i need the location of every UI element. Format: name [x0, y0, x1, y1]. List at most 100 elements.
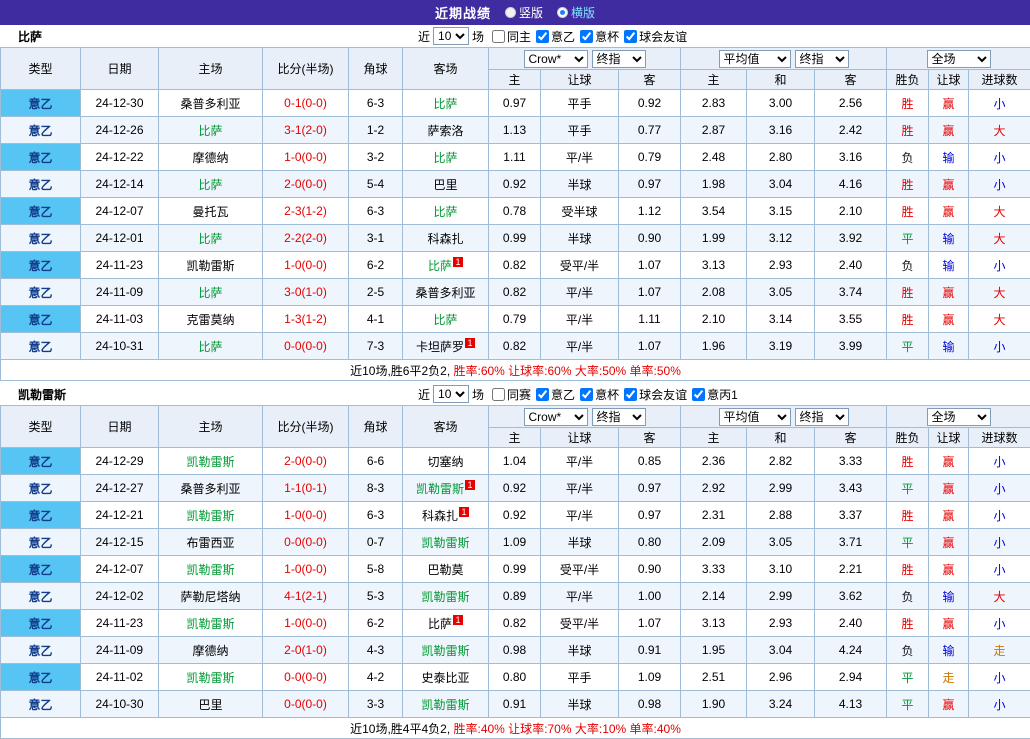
home-team-name[interactable]: 比萨 [198, 124, 222, 138]
home-team-name[interactable]: 克雷莫纳 [186, 313, 234, 327]
away-team-cell: 巴里 [403, 171, 489, 198]
away-team-name[interactable]: 凯勒雷斯 [421, 698, 469, 712]
home-team-name[interactable]: 凯勒雷斯 [186, 509, 234, 523]
avg-source-select[interactable]: 平均值 [719, 50, 791, 68]
avg-home-cell: 3.13 [681, 610, 747, 637]
away-team-name[interactable]: 凯勒雷斯 [421, 644, 469, 658]
away-team-cell: 萨索洛 [403, 117, 489, 144]
corner-cell: 4-1 [349, 306, 403, 333]
filter-checkbox-input[interactable] [624, 388, 637, 401]
home-team-name[interactable]: 摩德纳 [192, 644, 228, 658]
home-team-name[interactable]: 凯勒雷斯 [186, 671, 234, 685]
col-avg-away: 客 [815, 70, 887, 90]
away-team-name[interactable]: 比萨 [428, 259, 452, 273]
odds-home-cell: 1.09 [489, 529, 541, 556]
filter-checkbox[interactable]: 同主 [492, 28, 531, 45]
filter-checkbox[interactable]: 球会友谊 [624, 386, 687, 403]
home-team-name[interactable]: 凯勒雷斯 [186, 617, 234, 631]
home-team-name[interactable]: 比萨 [198, 178, 222, 192]
layout-option-horizontal[interactable]: 横版 [557, 4, 595, 21]
odds-time-select[interactable]: 终指 [592, 50, 646, 68]
filter-checkbox[interactable]: 意杯 [580, 28, 619, 45]
col-goals-result: 进球数 [969, 70, 1030, 90]
home-team-name[interactable]: 巴里 [198, 698, 222, 712]
away-team-name[interactable]: 科森扎 [427, 232, 463, 246]
odds-source-select[interactable]: Crow* [524, 408, 588, 426]
col-avg-home: 主 [681, 70, 747, 90]
match-count-select[interactable]: 10 [433, 385, 469, 403]
filter-checkbox[interactable]: 球会友谊 [624, 28, 687, 45]
home-team-name[interactable]: 摩德纳 [192, 151, 228, 165]
avg-draw-cell: 3.10 [747, 556, 815, 583]
odds-source-select[interactable]: Crow* [524, 50, 588, 68]
layout-option-vertical[interactable]: 竖版 [505, 4, 543, 21]
away-team-name[interactable]: 卡坦萨罗 [416, 340, 464, 354]
avg-time-select[interactable]: 终指 [795, 50, 849, 68]
home-team-name[interactable]: 凯勒雷斯 [186, 259, 234, 273]
home-team-name[interactable]: 凯勒雷斯 [186, 563, 234, 577]
odds-away-cell: 1.07 [619, 333, 681, 360]
home-team-name[interactable]: 比萨 [198, 232, 222, 246]
match-count-select[interactable]: 10 [433, 27, 469, 45]
away-team-name[interactable]: 比萨 [433, 313, 457, 327]
filter-checkbox-input[interactable] [492, 30, 505, 43]
avg-away-cell: 2.40 [815, 610, 887, 637]
away-team-name[interactable]: 比萨 [428, 617, 452, 631]
avg-draw-cell: 3.05 [747, 279, 815, 306]
away-team-name[interactable]: 史泰比亚 [421, 671, 469, 685]
home-team-name[interactable]: 桑普多利亚 [180, 482, 240, 496]
filter-checkbox[interactable]: 意乙 [536, 386, 575, 403]
corner-cell: 8-3 [349, 475, 403, 502]
handicap-cell: 平/半 [541, 144, 619, 171]
filter-checkbox[interactable]: 意乙 [536, 28, 575, 45]
filter-checkbox-input[interactable] [580, 388, 593, 401]
goals-result-cell: 小 [969, 502, 1030, 529]
col-corner: 角球 [349, 48, 403, 90]
home-team-name[interactable]: 凯勒雷斯 [186, 455, 234, 469]
scope-select[interactable]: 全场 [927, 408, 991, 426]
away-team-name[interactable]: 比萨 [433, 151, 457, 165]
home-team-name[interactable]: 布雷西亚 [186, 536, 234, 550]
home-team-cell: 克雷莫纳 [159, 306, 263, 333]
avg-time-select[interactable]: 终指 [795, 408, 849, 426]
filter-checkbox-input[interactable] [692, 388, 705, 401]
avg-draw-cell: 2.88 [747, 502, 815, 529]
away-team-name[interactable]: 凯勒雷斯 [416, 482, 464, 496]
filter-checkbox[interactable]: 意丙1 [692, 386, 738, 403]
result-group-header: 全场 [887, 48, 1030, 70]
away-team-name[interactable]: 凯勒雷斯 [421, 590, 469, 604]
away-team-name[interactable]: 凯勒雷斯 [421, 536, 469, 550]
home-team-name[interactable]: 萨勒尼塔纳 [180, 590, 240, 604]
scope-select[interactable]: 全场 [927, 50, 991, 68]
away-team-name[interactable]: 比萨 [433, 97, 457, 111]
away-team-name[interactable]: 科森扎 [422, 509, 458, 523]
filter-checkbox[interactable]: 意杯 [580, 386, 619, 403]
filter-checkbox-input[interactable] [536, 388, 549, 401]
odds-time-select[interactable]: 终指 [592, 408, 646, 426]
away-team-name[interactable]: 桑普多利亚 [415, 286, 475, 300]
away-team-name[interactable]: 切塞纳 [427, 455, 463, 469]
odds-away-cell: 1.11 [619, 306, 681, 333]
home-team-name[interactable]: 曼托瓦 [192, 205, 228, 219]
away-team-name[interactable]: 比萨 [433, 205, 457, 219]
score-cell: 0-1(0-0) [263, 90, 349, 117]
avg-home-cell: 2.36 [681, 448, 747, 475]
home-team-name[interactable]: 比萨 [198, 286, 222, 300]
wdl-result-cell: 平 [887, 333, 929, 360]
avg-draw-cell: 2.80 [747, 144, 815, 171]
filter-checkbox-label: 球会友谊 [639, 28, 687, 45]
away-team-name[interactable]: 萨索洛 [427, 124, 463, 138]
filter-checkbox-input[interactable] [624, 30, 637, 43]
home-team-name[interactable]: 比萨 [198, 340, 222, 354]
away-team-name[interactable]: 巴里 [433, 178, 457, 192]
away-team-name[interactable]: 巴勒莫 [427, 563, 463, 577]
handicap-cell: 半球 [541, 171, 619, 198]
filter-checkbox-input[interactable] [492, 388, 505, 401]
home-team-name[interactable]: 桑普多利亚 [180, 97, 240, 111]
filter-checkbox-input[interactable] [536, 30, 549, 43]
radio-icon[interactable] [557, 7, 568, 18]
avg-source-select[interactable]: 平均值 [719, 408, 791, 426]
filter-checkbox-input[interactable] [580, 30, 593, 43]
radio-icon[interactable] [505, 7, 516, 18]
filter-checkbox[interactable]: 同赛 [492, 386, 531, 403]
